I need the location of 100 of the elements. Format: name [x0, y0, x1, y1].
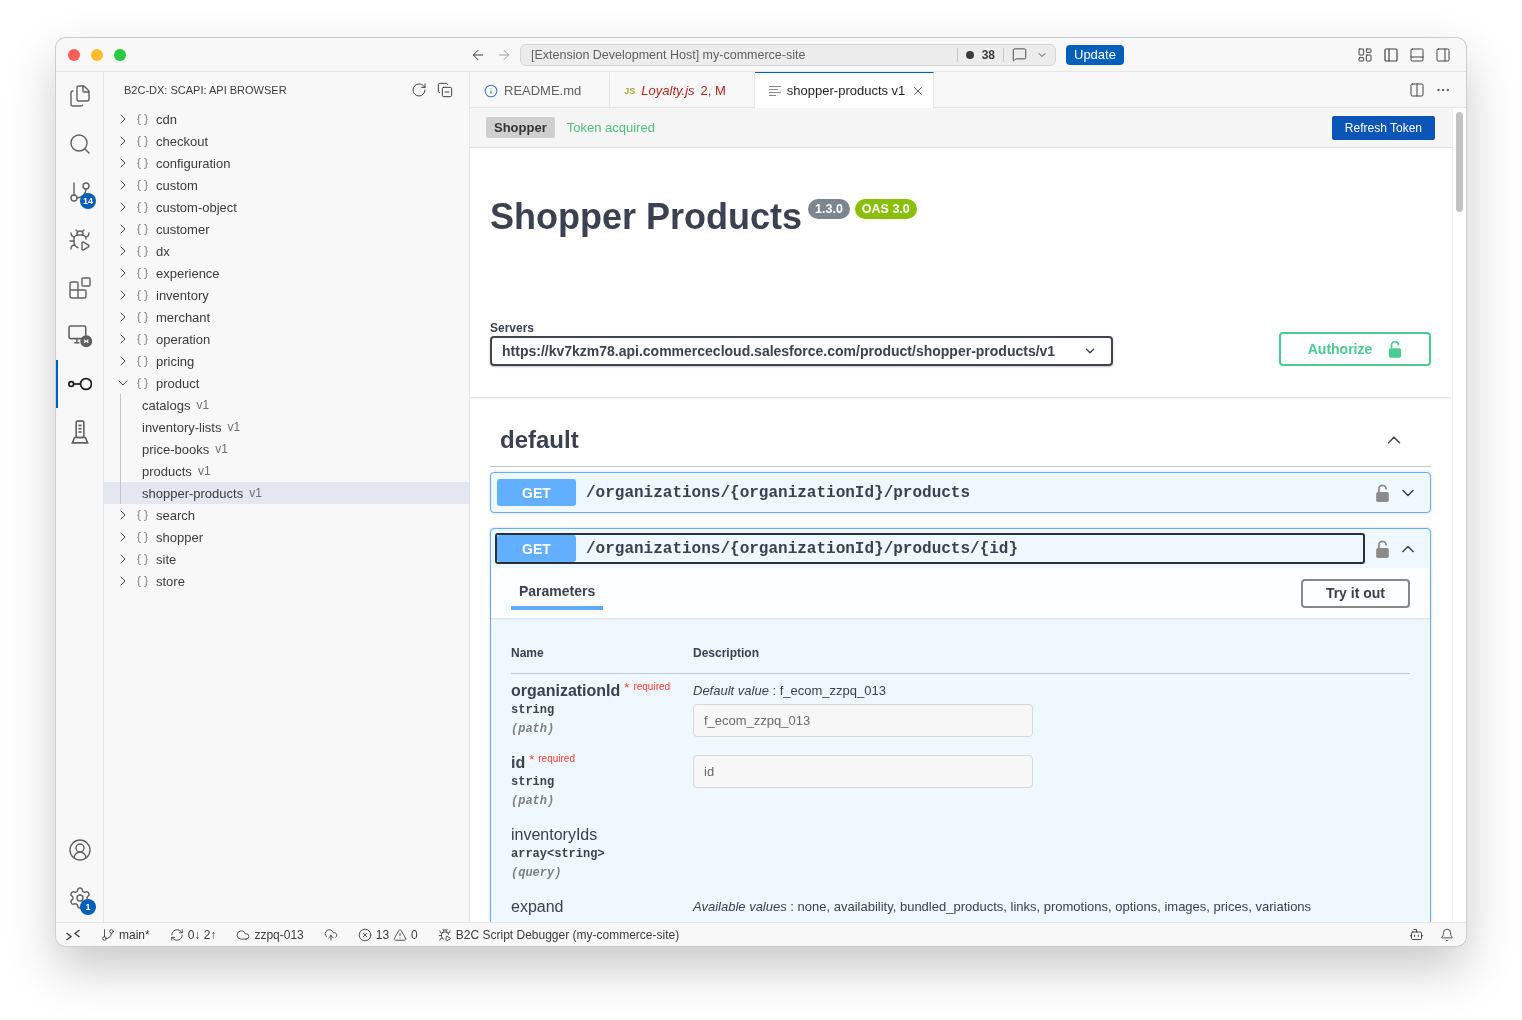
tree-item[interactable]: custom — [104, 174, 469, 196]
scope-label: Shopper — [486, 117, 555, 138]
required-label: required — [633, 681, 671, 693]
parameter-type: string — [511, 774, 556, 791]
tree-item[interactable]: checkout — [104, 130, 469, 152]
branch-status[interactable]: main* — [96, 923, 155, 946]
endpoint-path: /organizations/{organizationId}/products/{id} — [586, 539, 1019, 558]
parameter-type: array<string> — [511, 846, 606, 863]
braces-icon — [136, 354, 149, 368]
braces-icon — [136, 222, 149, 236]
device-icon — [68, 420, 91, 444]
account-icon — [67, 838, 92, 862]
notification-badge: 14 — [80, 193, 96, 209]
panel-left-icon[interactable] — [1383, 46, 1399, 63]
debugger-status[interactable]: B2C Script Debugger (my-commerce-site) — [432, 923, 685, 946]
files-icon — [67, 84, 92, 108]
parameter-description: Default value : f_ecom_zzpq_013 — [693, 682, 886, 700]
tree-item[interactable]: shopper — [104, 526, 469, 548]
parameter-input-field[interactable]: f_ecom_zzpq_013 — [693, 704, 1033, 737]
git-branch-icon — [67, 180, 92, 204]
tree-item[interactable]: experience — [104, 262, 469, 284]
parameter-location: (query) — [511, 865, 563, 882]
bot-icon[interactable] — [1409, 927, 1424, 942]
search-icon — [67, 132, 92, 156]
tree-item[interactable]: custom-object — [104, 196, 469, 218]
split-editor-icon[interactable] — [1409, 82, 1425, 98]
refresh-token-button[interactable]: Refresh Token — [1331, 115, 1435, 140]
operation-summary[interactable]: GET /organizations/{organizationId}/products — [495, 477, 1365, 508]
braces-icon — [136, 508, 149, 522]
notification-badge: 1 — [80, 899, 96, 915]
parameter-location: (path) — [511, 793, 556, 810]
chat-icon[interactable] — [1012, 47, 1027, 62]
close-window-button[interactable] — [68, 48, 80, 61]
cloud-status[interactable]: zzpq-013 — [231, 923, 309, 946]
parameter-input-field[interactable]: id — [693, 755, 1033, 788]
token-status: Token acquired — [566, 120, 655, 135]
scrollbar-thumb[interactable] — [1456, 112, 1463, 212]
tree-item[interactable]: configuration — [104, 152, 469, 174]
braces-icon — [136, 200, 149, 214]
tree-item[interactable]: search — [104, 504, 469, 526]
section-tab[interactable]: Parameters — [511, 576, 604, 610]
braces-icon — [136, 574, 149, 588]
tree-item[interactable]: customer — [104, 218, 469, 240]
monitor-icon — [67, 324, 92, 348]
required-asterisk: * — [529, 753, 535, 767]
api-title: Shopper Products — [490, 195, 803, 238]
activity-tab[interactable]: 14 — [56, 168, 103, 216]
editor-tab[interactable]: shopper-products v1 — [754, 72, 935, 108]
bell-icon[interactable] — [1440, 927, 1454, 942]
git-branch-icon — [101, 927, 115, 942]
panel-title: B2C-DX: SCAPI: API BROWSER — [124, 84, 287, 96]
update-button[interactable]: Update — [1066, 44, 1124, 65]
tree-item[interactable]: merchant — [104, 306, 469, 328]
tree-item[interactable]: product — [104, 372, 469, 394]
dot-icon — [965, 50, 974, 59]
activity-tab[interactable]: 1 — [56, 874, 103, 922]
blocks-icon — [67, 276, 92, 300]
try-it-out-button[interactable]: Try it out — [1300, 578, 1410, 608]
parameter-description: Available values : none, availability, bundled_products, links, promotions, options, images, prices, variations — [693, 898, 1312, 916]
braces-icon — [136, 266, 149, 280]
braces-icon — [136, 530, 149, 544]
braces-icon — [136, 156, 149, 170]
command-center[interactable]: [Extension Development Host] my-commerce-site 38 — [520, 43, 1056, 66]
tree-item[interactable]: shopper-products v1 — [104, 482, 469, 504]
collapse-all-icon[interactable] — [437, 82, 453, 98]
layout-icon[interactable] — [1357, 46, 1373, 63]
tree-item[interactable]: dx — [104, 240, 469, 262]
tree-item[interactable]: operation — [104, 328, 469, 350]
refresh-icon[interactable] — [411, 82, 427, 98]
tree-item[interactable]: store — [104, 570, 469, 592]
section-heading: default — [500, 425, 579, 454]
unlock-icon[interactable] — [1375, 483, 1390, 502]
problems-status[interactable]: 13 0 — [352, 923, 423, 946]
tree-item[interactable]: cdn — [104, 108, 469, 130]
server-select[interactable]: https://kv7kzm78.api.commercecloud.salesforce.com/product/shopper-products/v1 — [490, 336, 1113, 366]
tree-item[interactable]: inventory — [104, 284, 469, 306]
cloud-icon — [236, 927, 251, 942]
info-icon — [484, 83, 498, 98]
error-icon — [357, 927, 372, 942]
settings-icon — [67, 886, 92, 910]
panel-bottom-icon[interactable] — [1409, 46, 1425, 63]
spec-badge: OAS 3.0 — [854, 199, 917, 219]
http-method-label: GET — [497, 479, 576, 506]
braces-icon — [136, 552, 149, 566]
tree-item[interactable]: site — [104, 548, 469, 570]
unlock-icon[interactable] — [1375, 539, 1390, 558]
endpoint-path: /organizations/{organizationId}/products — [586, 483, 971, 502]
braces-icon — [136, 310, 149, 324]
required-label: required — [538, 753, 575, 765]
operation-summary[interactable]: GET /organizations/{organizationId}/products/{id} — [495, 533, 1365, 564]
bug-play-icon — [67, 228, 92, 252]
tree-item[interactable]: pricing — [104, 350, 469, 372]
cloud-upload-icon — [323, 927, 338, 942]
braces-icon — [136, 332, 149, 346]
field-label: Servers — [490, 321, 536, 335]
column-header: Description — [693, 645, 760, 662]
sync-icon — [169, 927, 184, 942]
braces-icon — [136, 178, 149, 192]
panel-right-icon[interactable] — [1435, 46, 1451, 63]
sync-status[interactable]: 0↓ 2↑ — [164, 923, 222, 946]
